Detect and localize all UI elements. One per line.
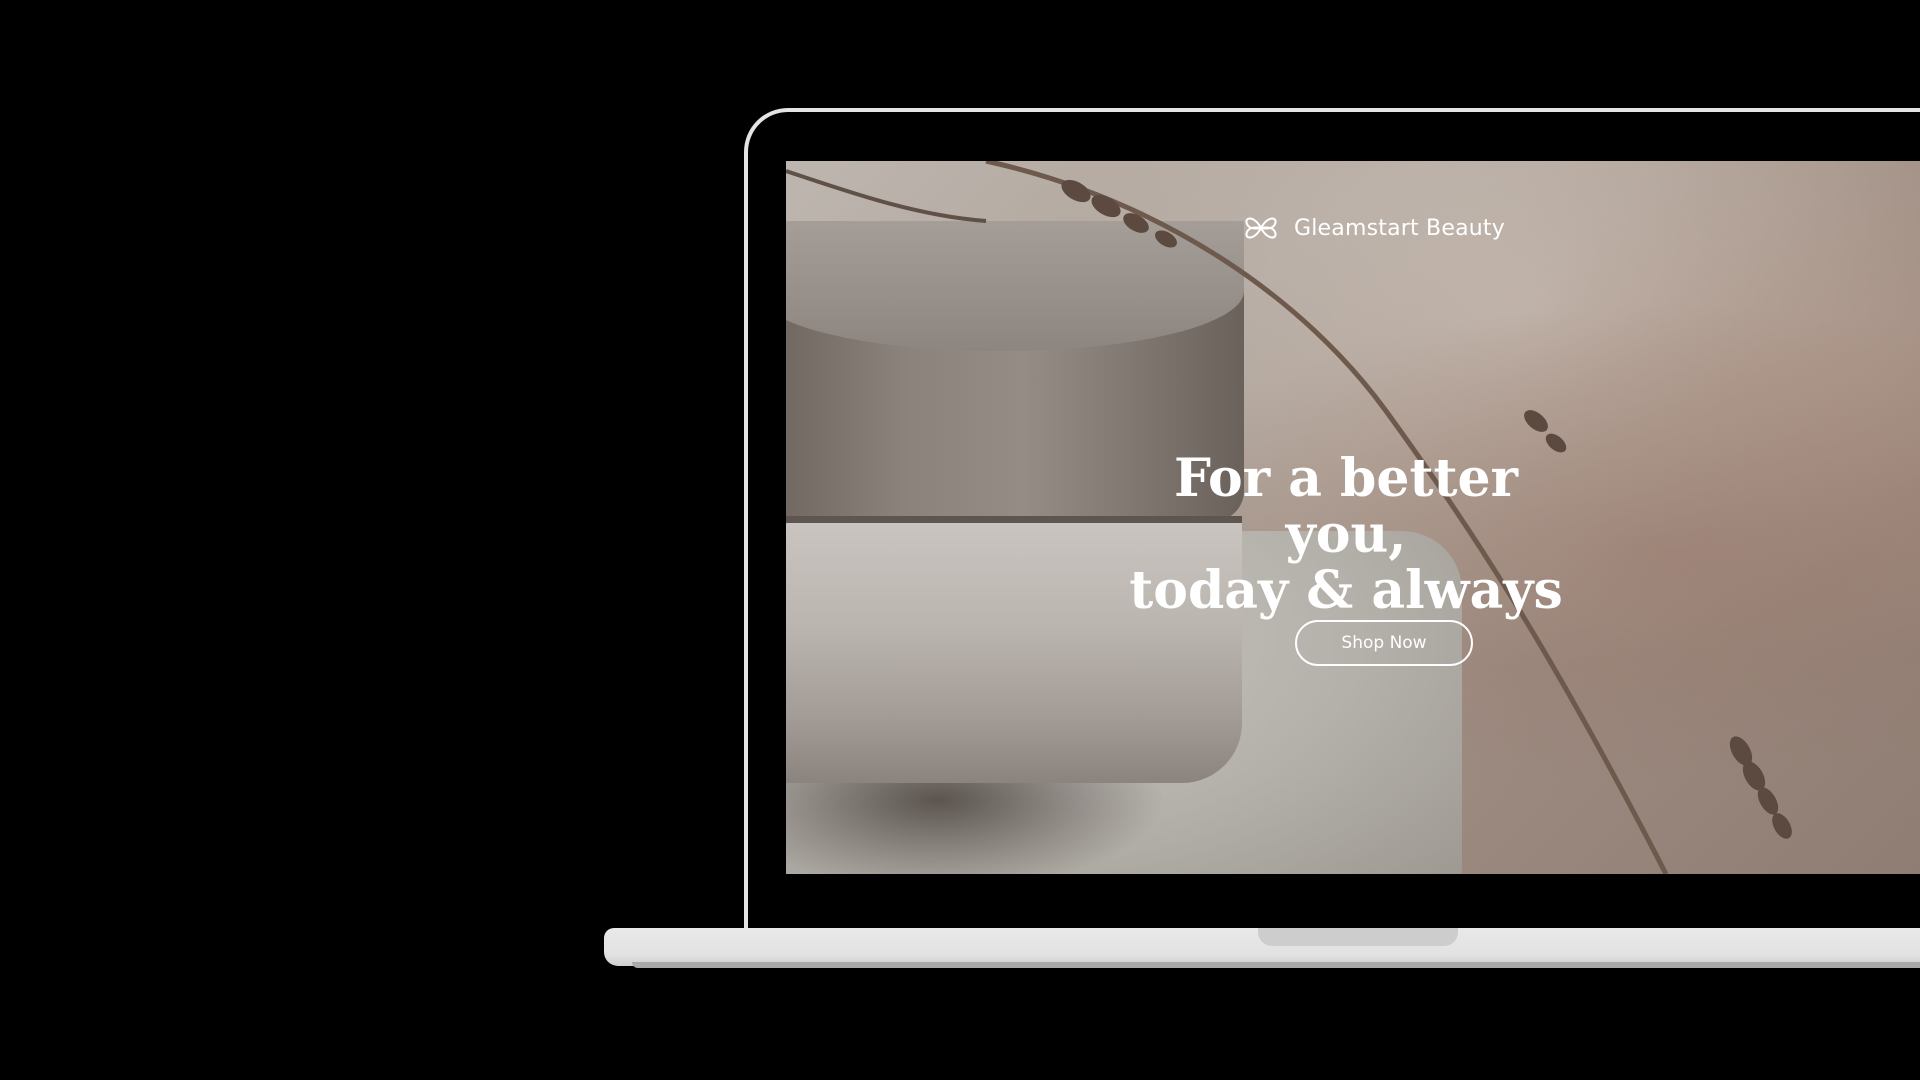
clover-flower-icon	[1245, 217, 1277, 239]
shop-now-button[interactable]: Shop Now	[1295, 620, 1473, 666]
brand-name: Gleamstart Beauty	[1294, 215, 1505, 241]
hero-title: For a better you, today & always	[1126, 451, 1566, 619]
website-screen: Gleamstart Beauty For a better you, toda…	[786, 161, 1920, 874]
hero-title-line2: today & always	[1129, 560, 1563, 621]
laptop-base-edge	[632, 962, 1920, 968]
mockup-stage: Gleamstart Beauty For a better you, toda…	[0, 0, 1920, 1080]
brand-header[interactable]: Gleamstart Beauty	[1242, 209, 1505, 247]
jar-lid-top	[786, 221, 1244, 351]
hero-title-line1: For a better you,	[1173, 448, 1519, 565]
laptop-notch	[1258, 928, 1458, 946]
